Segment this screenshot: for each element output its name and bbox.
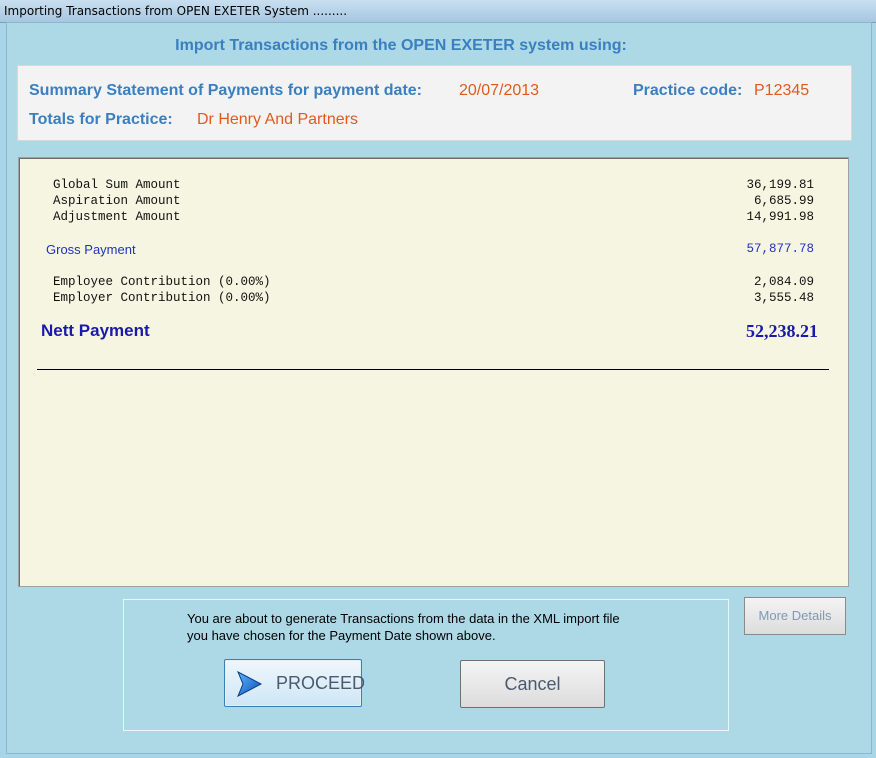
payment-statement: Global Sum Amount 36,199.81 Aspiration A…	[18, 157, 849, 587]
play-arrow-icon	[237, 670, 263, 698]
window-title: Importing Transactions from OPEN EXETER …	[4, 4, 348, 18]
contribution-line: Employee Contribution (0.00%) 2,084.09	[19, 275, 848, 291]
gross-payment-row: Gross Payment 57,877.78	[19, 242, 848, 258]
contribution-name: Employer Contribution (0.00%)	[53, 291, 271, 305]
confirmation-message: You are about to generate Transactions f…	[187, 610, 707, 644]
page-heading: Import Transactions from the OPEN EXETER…	[175, 37, 627, 54]
statement-line: Adjustment Amount 14,991.98	[19, 210, 848, 226]
line-amount: 36,199.81	[746, 178, 814, 192]
contribution-amount: 3,555.48	[753, 291, 814, 305]
totals-label: Totals for Practice:	[29, 111, 173, 128]
cancel-label: Cancel	[504, 674, 561, 694]
title-bar[interactable]: Importing Transactions from OPEN EXETER …	[0, 0, 876, 23]
gross-payment-amount: 57,877.78	[746, 242, 814, 256]
contribution-line: Employer Contribution (0.00%) 3,555.48	[19, 291, 848, 307]
line-name: Global Sum Amount	[53, 178, 181, 192]
gross-payment-label: Gross Payment	[46, 242, 136, 257]
divider	[37, 369, 829, 370]
nett-payment-label: Nett Payment	[41, 321, 150, 340]
statement-label: Summary Statement of Payments for paymen…	[29, 82, 422, 99]
message-line-1: You are about to generate Transactions f…	[187, 611, 620, 626]
statement-line: Global Sum Amount 36,199.81	[19, 178, 848, 194]
confirmation-panel: You are about to generate Transactions f…	[123, 599, 729, 731]
import-window: Importing Transactions from OPEN EXETER …	[0, 0, 876, 758]
contribution-name: Employee Contribution (0.00%)	[53, 275, 271, 289]
statement-line: Aspiration Amount 6,685.99	[19, 194, 848, 210]
summary-panel: Summary Statement of Payments for paymen…	[17, 65, 852, 141]
line-name: Adjustment Amount	[53, 210, 181, 224]
nett-payment-row: Nett Payment 52,238.21	[19, 321, 848, 343]
proceed-label: PROCEED	[276, 673, 366, 693]
payment-date-value: 20/07/2013	[459, 82, 540, 99]
message-line-2: you have chosen for the Payment Date sho…	[187, 628, 496, 643]
line-name: Aspiration Amount	[53, 194, 181, 208]
more-details-button[interactable]: More Details	[744, 597, 846, 635]
proceed-button[interactable]: PROCEED	[224, 659, 366, 707]
practice-code-value: P12345	[754, 82, 810, 99]
line-amount: 6,685.99	[753, 194, 814, 208]
nett-payment-amount: 52,238.21	[746, 321, 818, 341]
contribution-amount: 2,084.09	[753, 275, 814, 289]
line-amount: 14,991.98	[746, 210, 814, 224]
practice-name-value: Dr Henry And Partners	[197, 111, 358, 128]
dialog-body: Import Transactions from the OPEN EXETER…	[6, 22, 872, 754]
practice-code-label: Practice code:	[633, 82, 743, 99]
cancel-button[interactable]: Cancel	[460, 660, 605, 708]
